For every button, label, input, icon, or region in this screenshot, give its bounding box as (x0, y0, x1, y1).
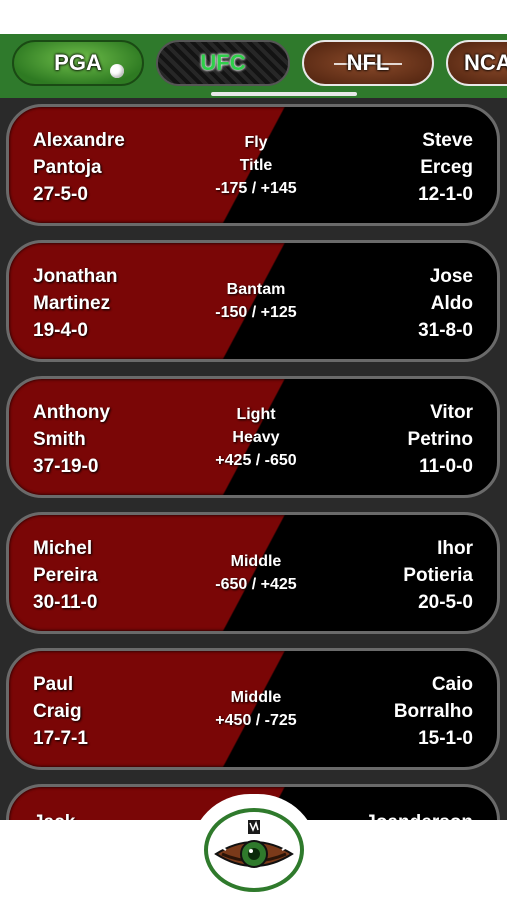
left-fighter-last-name: Pereira (33, 565, 98, 586)
right-fighter-last-name: Erceg (420, 157, 473, 178)
odds: -150 / +125 (215, 304, 297, 321)
eye-icon (214, 820, 294, 868)
left-fighter-first-name: Anthony (33, 402, 111, 423)
left-fighter: Michel Pereira 30-11-0 (33, 535, 97, 616)
weight-class: Light (236, 405, 276, 423)
right-fighter-first-name: Jose (429, 266, 473, 287)
left-fighter-last-name: Smith (33, 429, 86, 450)
right-fighter: Steve Erceg 12-1-0 (418, 127, 473, 208)
right-fighter-first-name: Vitor (430, 402, 473, 423)
fight-card[interactable]: Anthony Smith 37-19-0 Light Heavy +425 /… (6, 376, 500, 498)
right-fighter-record: 11-0-0 (419, 456, 473, 477)
left-fighter: Alexandre Pantoja 27-5-0 (33, 127, 125, 208)
left-fighter: Paul Craig 17-7-1 (33, 671, 88, 752)
right-fighter: Ihor Potieria 20-5-0 (403, 535, 473, 616)
weight-class: Fly (244, 133, 268, 151)
fight-info: Light Heavy +425 / -650 (159, 379, 353, 495)
center-nav-button[interactable] (204, 808, 304, 892)
left-fighter: Jonathan Martinez 19-4-0 (33, 263, 117, 344)
golf-ball-icon (110, 64, 124, 78)
odds: +450 / -725 (215, 712, 297, 729)
tab-nfl-label: NFL (346, 50, 390, 75)
left-fighter-record: 30-11-0 (33, 592, 98, 613)
right-fighter-first-name: Ihor (437, 538, 473, 559)
right-fighter-last-name: Potieria (403, 565, 473, 586)
left-fighter-first-name: Michel (33, 538, 93, 559)
right-fighter-record: 15-1-0 (418, 728, 473, 749)
right-fighter: Jose Aldo 31-8-0 (418, 263, 473, 344)
fight-card[interactable]: Jonathan Martinez 19-4-0 Bantam -150 / +… (6, 240, 500, 362)
left-fighter-record: 19-4-0 (33, 320, 88, 341)
tab-pga[interactable]: PGA (12, 40, 144, 86)
tab-ufc[interactable]: UFC (156, 40, 290, 86)
fight-info: Middle +450 / -725 (159, 651, 353, 767)
fight-info: Bantam -150 / +125 (159, 243, 353, 359)
sport-tabs: PGA UFC NFL NCA (0, 38, 507, 88)
odds: +425 / -650 (215, 451, 297, 469)
fight-info: Fly Title -175 / +145 (159, 107, 353, 223)
fight-card[interactable]: Paul Craig 17-7-1 Middle +450 / -725 Cai… (6, 648, 500, 770)
fight-card[interactable]: Michel Pereira 30-11-0 Middle -650 / +42… (6, 512, 500, 634)
right-fighter-last-name: Aldo (430, 293, 473, 314)
weight-class: Middle (230, 553, 282, 570)
odds: -650 / +425 (215, 576, 297, 593)
left-fighter-last-name: Pantoja (33, 157, 102, 178)
left-fighter-record: 27-5-0 (33, 184, 88, 205)
left-fighter-first-name: Alexandre (33, 130, 125, 151)
fight-list[interactable]: Alexandre Pantoja 27-5-0 Fly Title -175 … (0, 98, 507, 840)
weight-class: Bantam (226, 281, 286, 298)
right-fighter-record: 31-8-0 (418, 320, 473, 341)
right-fighter-last-name: Borralho (393, 701, 473, 722)
right-fighter-record: 20-5-0 (418, 592, 473, 613)
fight-card[interactable]: Alexandre Pantoja 27-5-0 Fly Title -175 … (6, 104, 500, 226)
left-fighter-first-name: Paul (33, 674, 74, 695)
weight-class-extra: Title (239, 156, 273, 174)
fight-info: Middle -650 / +425 (159, 515, 353, 631)
selected-tab-indicator (211, 92, 357, 96)
tab-ncaa[interactable]: NCA (446, 40, 507, 86)
right-fighter-first-name: Caio (431, 674, 473, 695)
left-fighter-last-name: Martinez (33, 293, 111, 314)
left-fighter-record: 17-7-1 (33, 728, 88, 749)
tab-ufc-label: UFC (200, 50, 246, 75)
right-fighter: Caio Borralho 15-1-0 (394, 671, 473, 752)
left-fighter-last-name: Craig (33, 701, 82, 722)
right-fighter-last-name: Petrino (407, 429, 473, 450)
right-fighter: Vitor Petrino 11-0-0 (408, 399, 473, 480)
left-fighter: Anthony Smith 37-19-0 (33, 399, 110, 480)
tab-ncaa-label: NCA (464, 50, 507, 75)
right-fighter-record: 12-1-0 (418, 184, 473, 205)
left-fighter-record: 37-19-0 (33, 456, 99, 477)
odds: -175 / +145 (215, 179, 297, 197)
tab-nfl[interactable]: NFL (302, 40, 434, 86)
tab-pga-label: PGA (54, 50, 102, 75)
right-fighter-first-name: Steve (422, 130, 473, 151)
weight-class-extra: Heavy (232, 428, 280, 446)
weight-class: Middle (230, 689, 282, 706)
left-fighter-first-name: Jonathan (33, 266, 118, 287)
